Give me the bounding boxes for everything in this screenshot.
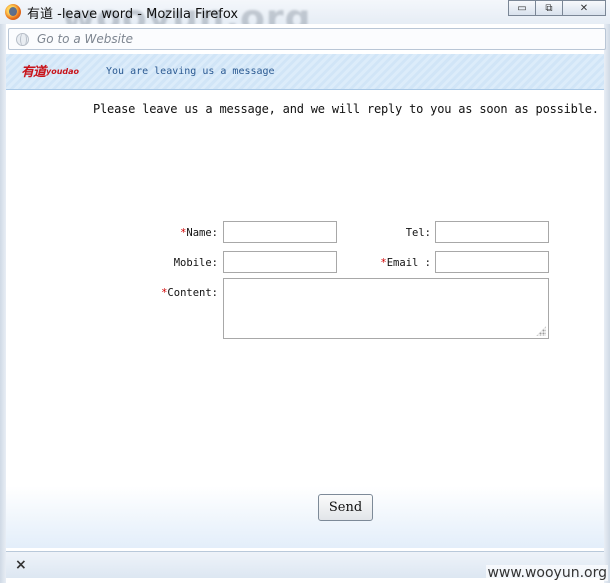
close-icon[interactable]: × (15, 557, 27, 573)
header-message: You are leaving us a message (106, 66, 275, 77)
watermark-bottom: www.wooyun.org (486, 565, 608, 581)
mobile-field[interactable] (223, 251, 337, 274)
email-label: *Email : (360, 257, 431, 269)
minimize-icon[interactable]: ▭ (508, 0, 536, 16)
logo-cn-text: 有道 (21, 65, 46, 80)
email-label-text: Email : (386, 257, 431, 269)
name-label-text: Name: (186, 227, 218, 239)
mobile-label: Mobile: (150, 257, 218, 269)
window-titlebar[interactable]: wooyun.org 有道 -leave word - Mozilla Fire… (0, 0, 610, 24)
send-button[interactable]: Send (318, 494, 373, 521)
name-field[interactable] (223, 221, 337, 244)
maximize-icon[interactable]: ⧉ (535, 0, 563, 16)
youdao-logo: 有道 youdao (21, 64, 79, 80)
tel-field[interactable] (435, 221, 549, 244)
content-field[interactable] (223, 278, 549, 339)
window-frame-right (604, 24, 610, 583)
firefox-icon (5, 4, 21, 20)
tel-input[interactable] (436, 223, 548, 244)
window-title: 有道 -leave word - Mozilla Firefox (27, 7, 239, 22)
name-input[interactable] (224, 223, 336, 244)
email-field[interactable] (435, 251, 549, 274)
window-controls: ▭ ⧉ ✕ (508, 0, 606, 16)
tel-label-text: Tel: (405, 227, 431, 239)
mobile-label-text: Mobile: (173, 257, 218, 269)
address-placeholder: Go to a Website (37, 32, 134, 46)
name-label: *Name: (150, 227, 218, 239)
address-bar[interactable]: Go to a Website (8, 28, 606, 50)
content-label: *Content: (140, 287, 218, 299)
intro-text: Please leave us a message, and we will r… (93, 102, 599, 116)
email-input[interactable] (436, 253, 548, 274)
globe-icon (16, 33, 29, 46)
tel-label: Tel: (360, 227, 431, 239)
content-label-text: Content: (167, 287, 218, 299)
footer-band (6, 486, 604, 548)
content-textarea[interactable] (224, 279, 548, 338)
logo-en-text: youdao (46, 67, 80, 76)
mobile-input[interactable] (224, 253, 336, 274)
close-icon[interactable]: ✕ (562, 0, 606, 16)
page-header: 有道 youdao You are leaving us a message (6, 54, 604, 90)
